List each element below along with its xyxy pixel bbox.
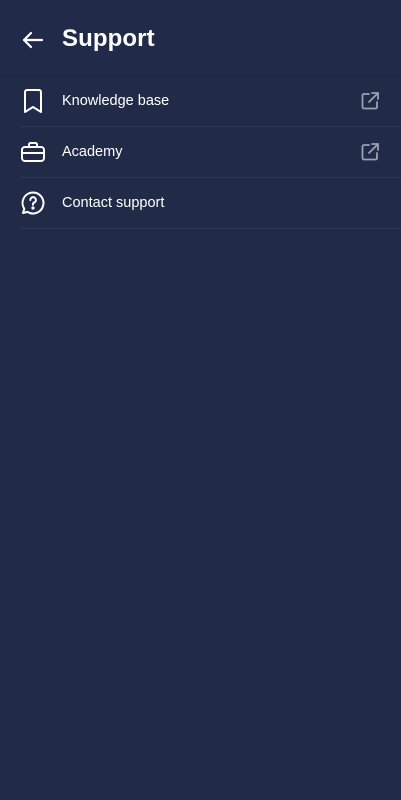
help-chat-icon <box>20 190 46 216</box>
briefcase-icon <box>20 139 46 165</box>
menu-item-label: Contact support <box>62 195 165 211</box>
back-button[interactable] <box>14 21 52 59</box>
app-header: Support <box>0 0 401 77</box>
bookmark-icon <box>20 88 46 114</box>
menu-item-academy[interactable]: Academy <box>0 127 401 178</box>
menu-item-contact-support[interactable]: Contact support <box>0 178 401 229</box>
external-link-icon <box>359 90 381 112</box>
support-menu: Knowledge base Academy Contact support <box>0 76 401 229</box>
page-title: Support <box>62 25 155 52</box>
menu-item-label: Academy <box>62 144 123 160</box>
menu-item-knowledge-base[interactable]: Knowledge base <box>0 76 401 127</box>
arrow-left-icon <box>22 31 44 49</box>
menu-item-label: Knowledge base <box>62 93 170 109</box>
external-link-icon <box>359 141 381 163</box>
divider <box>20 228 401 229</box>
